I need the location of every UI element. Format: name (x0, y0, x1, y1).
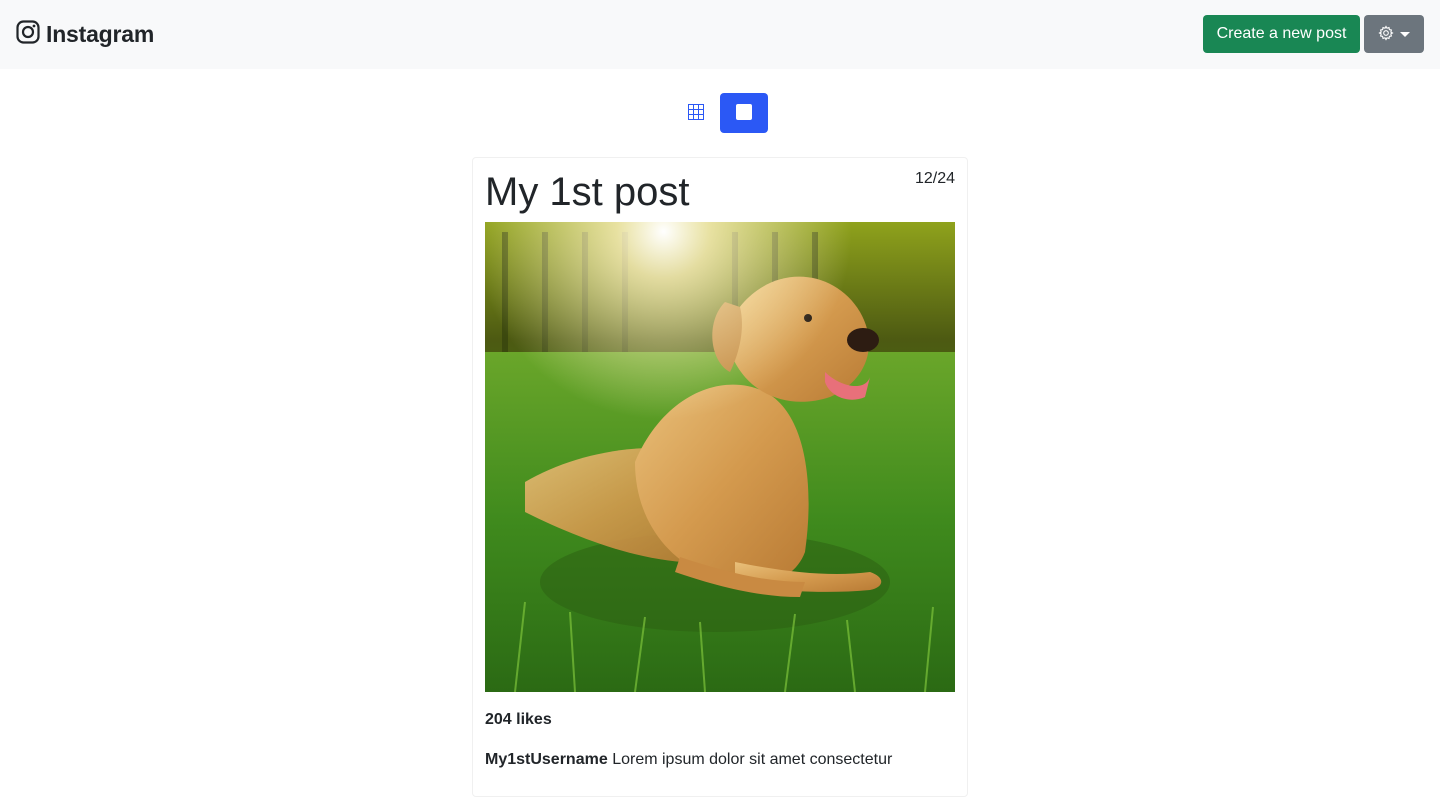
caption-username[interactable]: My1stUsername (485, 751, 608, 768)
post-card: My 1st post 12/24 204 likes My1stUsernam… (472, 157, 968, 797)
chevron-down-icon (1400, 31, 1410, 37)
top-navbar: Instagram Create a new post (0, 0, 1440, 69)
single-view-button[interactable] (720, 93, 768, 133)
grid-view-button[interactable] (672, 93, 720, 133)
view-toggle-group (672, 93, 768, 133)
instagram-logo-icon (16, 19, 40, 49)
gear-icon (1378, 24, 1394, 44)
caption-text: Lorem ipsum dolor sit amet consectetur (612, 751, 893, 768)
brand-name: Instagram (46, 20, 155, 47)
post-image[interactable] (485, 222, 955, 692)
brand-link[interactable]: Instagram (16, 19, 154, 49)
post-caption: My1stUsername Lorem ipsum dolor sit amet… (485, 751, 955, 769)
post-title: My 1st post (485, 170, 690, 214)
settings-dropdown-button[interactable] (1364, 15, 1424, 53)
grid-icon (688, 103, 704, 123)
post-date: 12/24 (914, 170, 955, 187)
create-post-button[interactable]: Create a new post (1203, 15, 1360, 53)
square-icon (736, 103, 752, 123)
likes-count: 204 likes (485, 711, 552, 728)
